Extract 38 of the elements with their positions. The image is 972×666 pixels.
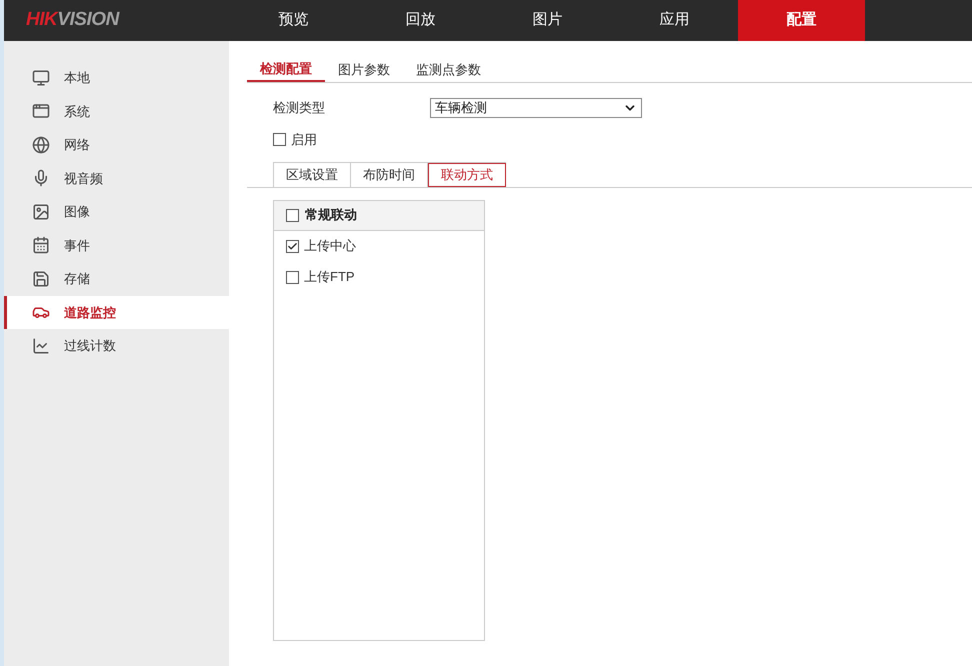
sidebar-item[interactable]: 存储 <box>4 262 229 296</box>
sidebar-item[interactable]: 图像 <box>4 195 229 228</box>
nav-tab[interactable]: 应用 <box>611 0 738 41</box>
sidebar-item[interactable]: 道路监控 <box>4 296 229 329</box>
sidebar-item[interactable]: 网络 <box>4 128 229 162</box>
checkbox[interactable] <box>286 208 299 222</box>
sidebar-item[interactable]: 视音频 <box>4 162 229 195</box>
step-tab[interactable]: 布防时间 <box>351 162 428 186</box>
nav-tab[interactable]: 预览 <box>230 0 357 41</box>
image-icon <box>32 202 50 221</box>
checkbox-label: 启用 <box>291 131 317 149</box>
window-icon <box>32 102 50 120</box>
nav-tab[interactable]: 配置 <box>738 0 865 41</box>
tab[interactable]: 检测配置 <box>247 57 325 82</box>
logo: HIKVISION <box>25 8 121 32</box>
checkbox[interactable] <box>286 270 299 284</box>
globe-icon <box>32 136 50 154</box>
sidebar-item[interactable]: 本地 <box>4 61 229 94</box>
checkbox[interactable] <box>273 133 286 146</box>
sidebar-item[interactable]: 系统 <box>4 94 229 128</box>
chart-icon <box>32 336 50 355</box>
step-tab[interactable]: 联动方式 <box>428 162 506 186</box>
sidebar-item[interactable]: 过线计数 <box>4 329 229 362</box>
nav-tab[interactable]: 图片 <box>484 0 611 41</box>
field-label: 检测类型 <box>273 99 326 118</box>
calendar-icon <box>32 236 50 254</box>
sidebar-item[interactable]: 事件 <box>4 228 229 262</box>
checkbox-label: 上传FTP <box>304 268 355 286</box>
checkbox-label: 常规联动 <box>305 206 357 224</box>
checkbox-label: 上传中心 <box>304 237 356 256</box>
detection-type-select[interactable]: 车辆检测 <box>430 98 642 118</box>
checkbox[interactable] <box>286 240 299 252</box>
microphone-icon <box>32 169 50 188</box>
tab[interactable]: 监测点参数 <box>403 57 494 82</box>
step-tab[interactable]: 区域设置 <box>274 162 351 186</box>
tab[interactable]: 图片参数 <box>325 57 403 82</box>
nav-tab[interactable]: 回放 <box>357 0 484 41</box>
monitor-icon <box>32 68 50 87</box>
